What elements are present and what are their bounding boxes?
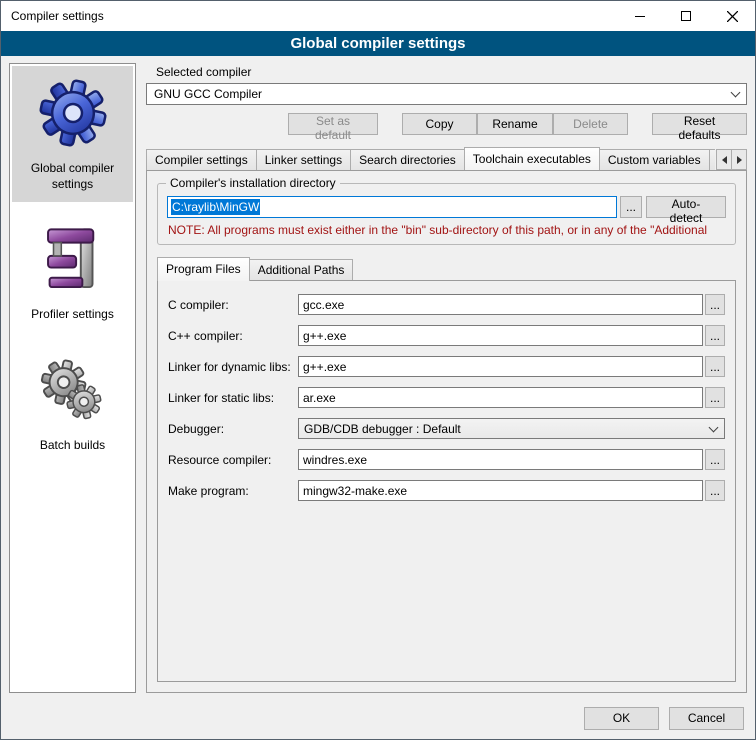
field-label: Linker for dynamic libs: [168, 360, 298, 374]
set-as-default-button[interactable]: Set as default [288, 113, 378, 135]
subtab-additional-paths[interactable]: Additional Paths [249, 259, 354, 280]
minimize-button[interactable] [617, 1, 663, 31]
installation-directory-value: C:\raylib\MinGW [171, 199, 260, 215]
dialog-footer: OK Cancel [1, 697, 755, 739]
subtab-program-files[interactable]: Program Files [157, 257, 250, 281]
sidebar-item-label: Profiler settings [31, 307, 114, 323]
compiler-select-value: GNU GCC Compiler [154, 87, 262, 101]
browse-c-compiler-button[interactable]: ... [705, 294, 725, 315]
banner-title: Global compiler settings [290, 35, 465, 52]
sidebar-item-batch-builds[interactable]: Batch builds [12, 343, 133, 464]
debugger-select[interactable]: GDB/CDB debugger : Default [298, 418, 725, 439]
make-program-input[interactable] [298, 480, 703, 501]
tab-custom-variables[interactable]: Custom variables [599, 149, 710, 170]
dialog-banner: Global compiler settings [1, 31, 755, 56]
tab-compiler-settings[interactable]: Compiler settings [146, 149, 257, 170]
resource-compiler-input[interactable] [298, 449, 703, 470]
chevron-down-icon [704, 419, 722, 438]
tab-scroll-left-button[interactable] [716, 149, 732, 170]
installation-directory-row: C:\raylib\MinGW ... Auto-detect [167, 196, 726, 218]
ok-button[interactable]: OK [584, 707, 659, 730]
browse-make-program-button[interactable]: ... [705, 480, 725, 501]
field-row-cpp-compiler: C++ compiler: ... [168, 325, 725, 346]
field-row-static-linker: Linker for static libs: ... [168, 387, 725, 408]
field-label: Linker for static libs: [168, 391, 298, 405]
gears-stack-icon [34, 351, 112, 429]
arrow-right-icon [737, 156, 746, 164]
minimize-icon [635, 16, 645, 17]
dynamic-linker-input[interactable] [298, 356, 703, 377]
compiler-actions: Set as default Copy Rename Delete Reset … [146, 113, 747, 135]
auto-detect-button[interactable]: Auto-detect [646, 196, 726, 218]
title-bar: Compiler settings [1, 1, 755, 31]
field-label: C compiler: [168, 298, 298, 312]
installation-directory-group: Compiler's installation directory C:\ray… [157, 183, 736, 245]
window-title: Compiler settings [1, 9, 104, 23]
installation-directory-group-title: Compiler's installation directory [166, 176, 340, 190]
field-row-debugger: Debugger: GDB/CDB debugger : Default [168, 418, 725, 439]
static-linker-input[interactable] [298, 387, 703, 408]
sidebar-item-global-compiler-settings[interactable]: Global compiler settings [12, 66, 133, 202]
browse-resource-compiler-button[interactable]: ... [705, 449, 725, 470]
main-panel: Selected compiler GNU GCC Compiler Set a… [146, 63, 747, 693]
browse-static-linker-button[interactable]: ... [705, 387, 725, 408]
tab-search-directories[interactable]: Search directories [350, 149, 465, 170]
debugger-select-value: GDB/CDB debugger : Default [304, 422, 461, 436]
field-row-dynamic-linker: Linker for dynamic libs: ... [168, 356, 725, 377]
c-compiler-input[interactable] [298, 294, 703, 315]
tab-toolchain-executables[interactable]: Toolchain executables [464, 147, 600, 170]
sidebar-item-label: Batch builds [40, 438, 105, 454]
selected-compiler-label: Selected compiler [156, 65, 747, 79]
tab-build-options-clipped[interactable]: Buil [709, 149, 715, 170]
tabs-viewport: Compiler settings Linker settings Search… [146, 147, 715, 170]
close-button[interactable] [709, 1, 755, 31]
browse-dynamic-linker-button[interactable]: ... [705, 356, 725, 377]
maximize-icon [681, 11, 691, 21]
installation-directory-input[interactable]: C:\raylib\MinGW [167, 196, 617, 218]
profiler-icon [34, 220, 112, 298]
sidebar-item-profiler-settings[interactable]: Profiler settings [12, 212, 133, 333]
field-label: Make program: [168, 484, 298, 498]
cpp-compiler-input[interactable] [298, 325, 703, 346]
program-files-panel: C compiler: ... C++ compiler: ... Linker… [157, 280, 736, 682]
programs-note: NOTE: All programs must exist either in … [168, 223, 725, 237]
field-label: Debugger: [168, 422, 298, 436]
cancel-button[interactable]: Cancel [669, 707, 744, 730]
tab-scroll-right-button[interactable] [731, 149, 747, 170]
close-icon [727, 11, 738, 22]
copy-button[interactable]: Copy [402, 113, 477, 135]
settings-tabstrip: Compiler settings Linker settings Search… [146, 147, 747, 170]
reset-defaults-button[interactable]: Reset defaults [652, 113, 747, 135]
caption-buttons [617, 1, 755, 31]
tab-scroll-buttons [716, 149, 747, 170]
sidebar-item-label: Global compiler settings [14, 161, 131, 192]
field-row-make-program: Make program: ... [168, 480, 725, 501]
tab-linker-settings[interactable]: Linker settings [256, 149, 351, 170]
field-label: Resource compiler: [168, 453, 298, 467]
browse-directory-button[interactable]: ... [620, 196, 642, 218]
compiler-select[interactable]: GNU GCC Compiler [146, 83, 747, 105]
delete-button[interactable]: Delete [553, 113, 628, 135]
field-row-c-compiler: C compiler: ... [168, 294, 725, 315]
gear-icon [34, 74, 112, 152]
field-row-resource-compiler: Resource compiler: ... [168, 449, 725, 470]
maximize-button[interactable] [663, 1, 709, 31]
settings-category-sidebar: Global compiler settings Profiler settin… [9, 63, 136, 693]
toolchain-executables-panel: Compiler's installation directory C:\ray… [146, 170, 747, 693]
dialog-content: Global compiler settings Profiler settin… [1, 56, 755, 697]
browse-cpp-compiler-button[interactable]: ... [705, 325, 725, 346]
compiler-settings-dialog: Compiler settings Global compiler settin… [0, 0, 756, 740]
program-files-tabstrip: Program Files Additional Paths [157, 257, 736, 280]
field-label: C++ compiler: [168, 329, 298, 343]
chevron-down-icon [726, 84, 744, 104]
arrow-left-icon [718, 156, 727, 164]
rename-button[interactable]: Rename [477, 113, 553, 135]
